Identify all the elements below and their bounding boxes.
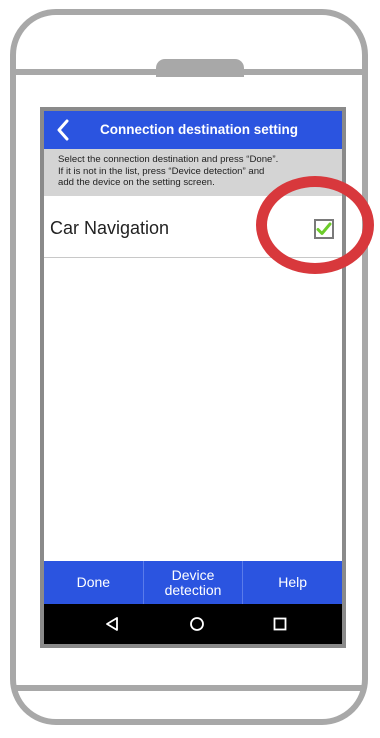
instructions-line-1: Select the connection destination and pr… [58,154,279,165]
system-nav-bar [44,604,342,644]
instructions-line-2: If it is not in the list, press “Device … [58,165,265,177]
title-bar: Connection destination setting [44,111,342,149]
done-button[interactable]: Done [44,561,144,604]
triangle-back-icon[interactable] [102,614,122,634]
list-item-car-navigation[interactable]: Car Navigation [44,196,342,258]
instructions-panel: Select the connection destination and pr… [44,149,342,196]
phone-top-bezel-line [16,69,362,75]
page-title: Connection destination setting [100,122,298,137]
device-checkbox[interactable] [314,219,334,239]
device-detection-button[interactable]: Device detection [144,561,244,604]
help-button[interactable]: Help [243,561,342,604]
chevron-left-icon[interactable] [52,115,74,145]
square-recents-icon[interactable] [270,614,290,634]
instructions-line-3: add the device on the setting screen. [58,177,215,189]
bottom-action-bar: Done Device detection Help [44,561,342,604]
circle-home-icon[interactable] [187,614,207,634]
checkmark-icon [316,222,332,235]
phone-bottom-bezel-line [16,685,362,691]
list-item-label: Car Navigation [50,218,170,238]
app-screen: Connection destination setting Select th… [40,107,346,648]
